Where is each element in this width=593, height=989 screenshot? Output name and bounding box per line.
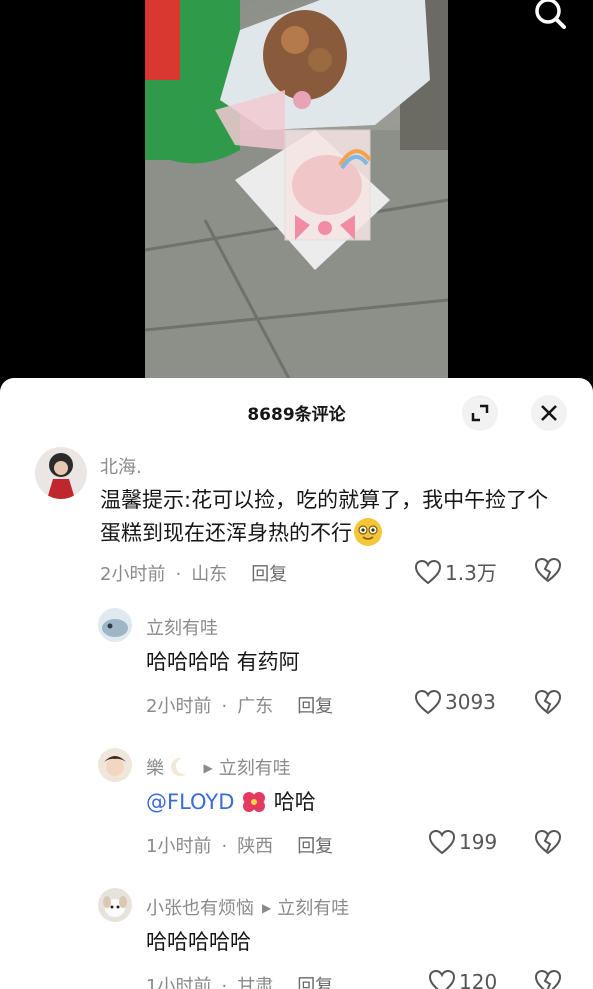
reply-button[interactable]: 回复: [251, 564, 287, 585]
like-button[interactable]: 199: [428, 829, 497, 855]
expand-button[interactable]: [462, 395, 498, 431]
avatar-image: [104, 756, 126, 776]
comment-meta: 1小时前 · 甘肃 回复: [146, 972, 333, 989]
comment-meta: 2小时前 · 广东 回复: [146, 696, 334, 717]
mention-link[interactable]: @FLOYD: [146, 790, 234, 814]
broken-heart-icon: [534, 557, 562, 583]
dislike-button[interactable]: [534, 829, 562, 859]
video-frame: [145, 0, 448, 390]
comment-location: 甘肃: [237, 976, 274, 989]
avatar-image: [47, 453, 75, 499]
comment-username[interactable]: 北海.: [100, 453, 142, 479]
comments-sheet: 8689条评论 北海. 温馨提示:花可以捡，吃的就算了，我中午捡了个蛋糕到现在还…: [0, 378, 593, 989]
reply-to-username[interactable]: 立刻有哇: [277, 898, 349, 919]
avatar[interactable]: [98, 888, 132, 922]
like-button[interactable]: 1.3万: [414, 557, 497, 586]
comment-location: 广东: [237, 696, 274, 717]
comment-text-content: 温馨提示:花可以捡，吃的就算了，我中午捡了个蛋糕到现在还浑身热的不行: [100, 488, 549, 545]
avatar-image: [103, 896, 127, 917]
close-button[interactable]: [531, 395, 567, 431]
avatar[interactable]: [98, 748, 132, 782]
comment-username[interactable]: 立刻有哇: [146, 614, 218, 640]
comment-location: 山东: [191, 564, 228, 585]
avatar-image: [102, 619, 128, 637]
moon-icon: [170, 758, 192, 776]
heart-icon: [414, 689, 442, 715]
like-count: 120: [459, 970, 498, 989]
reply-button[interactable]: 回复: [297, 696, 333, 717]
reply-to-username[interactable]: 立刻有哇: [219, 758, 291, 779]
reply-item: 立刻有哇 哈哈哈哈 有药阿 2小时前 · 广东 回复 3093: [0, 600, 593, 730]
smile-emoji-icon: [354, 518, 382, 546]
dislike-button[interactable]: [534, 689, 562, 719]
comment-username[interactable]: 小张也有烦恼: [146, 898, 254, 919]
like-button[interactable]: 3093: [414, 689, 496, 715]
like-count: 199: [459, 830, 498, 854]
reply-button[interactable]: 回复: [297, 836, 333, 857]
comment-meta: 1小时前 · 陕西 回复: [146, 836, 334, 857]
broken-heart-icon: [534, 829, 562, 855]
search-button[interactable]: [531, 0, 571, 34]
like-count: 1.3万: [445, 561, 497, 585]
comment-count: 8689条评论: [247, 405, 346, 425]
sheet-header: 8689条评论: [0, 378, 593, 448]
heart-icon: [414, 559, 442, 584]
broken-heart-icon: [534, 689, 562, 715]
dislike-button[interactable]: [534, 557, 562, 587]
reply-button[interactable]: 回复: [297, 976, 333, 989]
heart-icon: [428, 829, 456, 855]
comment-username-line: 樂 ▶ 立刻有哇: [146, 754, 291, 780]
search-icon: [535, 0, 566, 29]
reply-item: 樂 ▶ 立刻有哇 @FLOYD 哈哈 1小时前 · 陕西 回复 199: [0, 740, 593, 870]
comment-username-line: 小张也有烦恼 ▶ 立刻有哇: [146, 894, 349, 920]
video-still-image: [145, 0, 448, 390]
video-player[interactable]: [0, 0, 593, 390]
comment-meta: 2小时前 · 山东 回复: [100, 564, 288, 585]
reply-arrow-icon: ▶: [262, 901, 272, 915]
reply-item: 小张也有烦恼 ▶ 立刻有哇 哈哈哈哈哈 1小时前 · 甘肃 回复 120: [0, 880, 593, 989]
comment-text: @FLOYD 哈哈: [146, 786, 316, 819]
comment-time: 1小时前: [146, 836, 212, 857]
comment-time: 2小时前: [100, 564, 166, 585]
close-icon: [541, 405, 557, 421]
comment-location: 陕西: [237, 836, 274, 857]
comment-text: 哈哈哈哈 有药阿: [146, 650, 300, 674]
comment-text: 温馨提示:花可以捡，吃的就算了，我中午捡了个蛋糕到现在还浑身热的不行: [100, 484, 560, 550]
comment-text: 哈哈哈哈哈: [146, 930, 251, 954]
hibiscus-emoji-icon: [243, 792, 266, 812]
comment-item: 北海. 温馨提示:花可以捡，吃的就算了，我中午捡了个蛋糕到现在还浑身热的不行 2…: [0, 444, 593, 594]
comment-text-content: 哈哈: [273, 790, 316, 814]
like-button[interactable]: 120: [428, 969, 497, 989]
avatar[interactable]: [98, 608, 132, 642]
like-count: 3093: [445, 690, 496, 714]
dislike-button[interactable]: [534, 969, 562, 989]
heart-icon: [428, 969, 456, 989]
comment-username[interactable]: 樂: [146, 758, 164, 779]
reply-arrow-icon: ▶: [203, 761, 213, 775]
comment-time: 1小时前: [146, 976, 212, 989]
expand-icon: [471, 404, 489, 422]
broken-heart-icon: [534, 969, 562, 989]
avatar[interactable]: [35, 447, 87, 499]
comment-time: 2小时前: [146, 696, 212, 717]
